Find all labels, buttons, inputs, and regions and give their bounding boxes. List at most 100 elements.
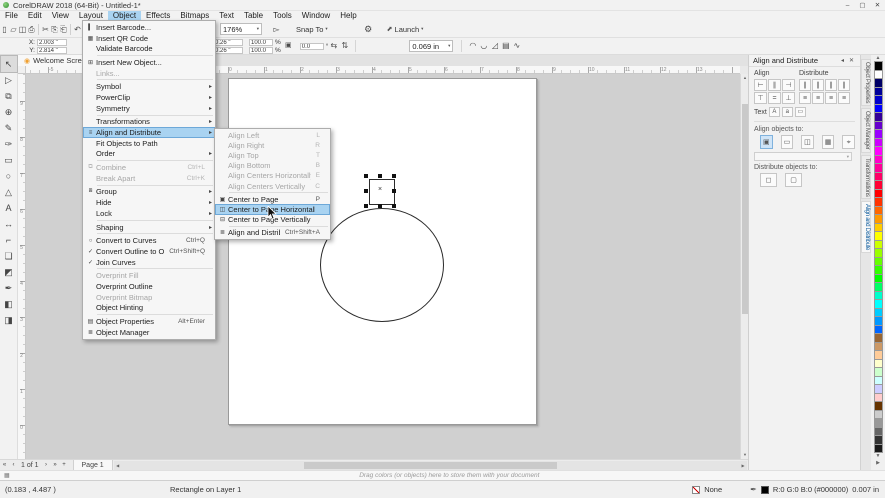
- distribute-to-extent-of-selection-button[interactable]: ◻: [760, 173, 777, 187]
- menu-item-align-and-distribute[interactable]: ≡Align and Distribute▸: [83, 127, 215, 138]
- copy-button[interactable]: ⎘: [50, 23, 59, 36]
- color-eyedropper-tool[interactable]: ✒: [1, 280, 17, 296]
- close-button[interactable]: ✕: [870, 0, 885, 10]
- ellipse-tool[interactable]: ○: [1, 168, 17, 184]
- selection-handle[interactable]: [378, 204, 382, 208]
- maximize-button[interactable]: ▢: [855, 0, 870, 10]
- selection-handle[interactable]: [392, 204, 396, 208]
- rectangle-tool[interactable]: ▭: [1, 152, 17, 168]
- menu-item-align-and-distribute[interactable]: ≣Align and DistributeCtrl+Shift+A: [215, 228, 330, 238]
- previous-page-button[interactable]: ‹: [9, 462, 18, 468]
- open-button[interactable]: ▱: [9, 23, 18, 36]
- align-to-page-center-button[interactable]: ◫: [801, 135, 814, 149]
- lock-ratio-button[interactable]: ▣: [283, 40, 294, 52]
- menu-item-object-hinting[interactable]: Object Hinting: [83, 303, 215, 314]
- distribute-right-edges-button[interactable]: ∥: [838, 79, 850, 91]
- align-text-first-line-button[interactable]: A: [769, 107, 780, 117]
- page-tab[interactable]: Page 1: [73, 460, 113, 471]
- options-gear-button[interactable]: ⚙: [362, 23, 375, 36]
- menu-item-center-to-page[interactable]: ▣Center to PageP: [215, 194, 330, 204]
- menu-item-object-properties[interactable]: ▤Object PropertiesAlt+Enter: [83, 316, 215, 327]
- document-palette-icon[interactable]: ▦: [4, 472, 10, 479]
- align-bottom-button[interactable]: ⊥: [782, 92, 795, 104]
- horizontal-scrollbar[interactable]: ◀ ▶: [114, 461, 747, 470]
- zoom-level-combo[interactable]: 176% ▾: [220, 23, 262, 35]
- snap-to-button[interactable]: Snap To ▾: [296, 25, 328, 34]
- outline-color-swatch[interactable]: [761, 486, 769, 494]
- align-right-button[interactable]: ⊣: [782, 79, 795, 91]
- docker-tab-transformations[interactable]: Transformations: [861, 155, 871, 200]
- add-page-button[interactable]: +: [60, 462, 69, 468]
- menu-item-group[interactable]: ⧈Group▸: [83, 187, 215, 198]
- ruler-origin-corner[interactable]: [18, 66, 26, 74]
- docker-tab-object-properties[interactable]: Object Properties: [861, 59, 871, 106]
- drop-shadow-tool[interactable]: ❏: [1, 248, 17, 264]
- scale-y-field[interactable]: 100.0: [249, 47, 273, 54]
- menu-edit[interactable]: Edit: [23, 11, 47, 21]
- object-y-field[interactable]: 2.814 ": [37, 47, 67, 54]
- menu-item-validate-barcode[interactable]: Validate Barcode: [83, 43, 215, 54]
- parallel-dimension-tool[interactable]: ↔: [1, 216, 17, 232]
- interactive-fill-tool[interactable]: ◧: [1, 296, 17, 312]
- wrap-paragraph-text-button[interactable]: ▤: [500, 40, 511, 52]
- menu-help[interactable]: Help: [335, 11, 361, 21]
- object-width-field[interactable]: 0.26 ": [213, 39, 243, 46]
- polygon-tool[interactable]: △: [1, 184, 17, 200]
- rotation-angle-field[interactable]: 0.0: [300, 43, 324, 50]
- outline-width-combo[interactable]: 0.069 in ▾: [409, 40, 453, 52]
- align-to-active-objects-button[interactable]: ▣: [760, 135, 773, 149]
- scalloped-corner-button[interactable]: ◡: [478, 40, 489, 52]
- menu-item-join-curves[interactable]: ✓Join Curves: [83, 257, 215, 268]
- palette-scroll-down-icon[interactable]: ▼: [876, 453, 881, 460]
- artistic-media-tool[interactable]: ✑: [1, 136, 17, 152]
- new-document-button[interactable]: ▯: [0, 23, 9, 36]
- vertical-scrollbar[interactable]: ▲ ▼: [740, 74, 748, 459]
- selection-center-mark[interactable]: ×: [378, 186, 382, 193]
- menu-item-insert-new-object[interactable]: ⊞Insert New Object...: [83, 57, 215, 68]
- menu-item-insert-qr-code[interactable]: ▦Insert QR Code: [83, 33, 215, 44]
- undo-button[interactable]: ↶: [73, 23, 82, 36]
- crop-tool[interactable]: ⧉: [1, 88, 17, 104]
- selection-handle[interactable]: [378, 174, 382, 178]
- ellipse-shape[interactable]: [320, 208, 444, 322]
- distribute-centers-vertically-button[interactable]: ≡: [812, 92, 824, 104]
- color-swatch[interactable]: [874, 444, 883, 454]
- print-button[interactable]: ⎙: [27, 23, 36, 36]
- menu-tools[interactable]: Tools: [268, 11, 297, 21]
- menu-item-shaping[interactable]: Shaping▸: [83, 222, 215, 233]
- menu-item-convert-outline-to-object[interactable]: ✓Convert Outline to ObjectCtrl+Shift+Q: [83, 246, 215, 257]
- menu-item-insert-barcode[interactable]: ▍Insert Barcode...: [83, 22, 215, 33]
- paste-button[interactable]: ⎗: [59, 23, 68, 36]
- align-text-bounding-box-button[interactable]: ▭: [795, 107, 806, 117]
- docker-collapse-icon[interactable]: ◂: [838, 57, 847, 64]
- align-to-page-edge-button[interactable]: ▭: [781, 135, 794, 149]
- selection-handle[interactable]: [392, 189, 396, 193]
- round-corner-button[interactable]: ◠: [467, 40, 478, 52]
- zoom-tool[interactable]: ⊕: [1, 104, 17, 120]
- menu-item-object-manager[interactable]: ≣Object Manager: [83, 327, 215, 338]
- docker-tab-align-and-distribute[interactable]: Align and Distribute: [861, 201, 871, 253]
- mirror-vertical-button[interactable]: ⇅: [339, 40, 350, 52]
- align-point-combo[interactable]: ▾: [754, 152, 852, 161]
- menu-item-powerclip[interactable]: PowerClip▸: [83, 92, 215, 103]
- fill-status-icon[interactable]: [692, 486, 700, 494]
- chamfered-corner-button[interactable]: ◿: [489, 40, 500, 52]
- distribute-top-edges-button[interactable]: ≡: [799, 92, 811, 104]
- menu-item-fit-objects-to-path[interactable]: Fit Objects to Path: [83, 138, 215, 149]
- menu-item-hide[interactable]: Hide▸: [83, 197, 215, 208]
- docker-close-icon[interactable]: ✕: [847, 57, 856, 64]
- align-center-vertical-button[interactable]: =: [768, 92, 781, 104]
- launch-button[interactable]: ⬈ Launch ▾: [387, 25, 424, 34]
- minimize-button[interactable]: –: [840, 0, 855, 10]
- cut-button[interactable]: ✂: [41, 23, 50, 36]
- mirror-horizontal-button[interactable]: ⇆: [328, 40, 339, 52]
- menu-item-symmetry[interactable]: Symmetry▸: [83, 103, 215, 114]
- next-page-button[interactable]: ›: [42, 462, 51, 468]
- menu-view[interactable]: View: [47, 11, 74, 21]
- selection-handle[interactable]: [364, 174, 368, 178]
- pick-tool[interactable]: ↖: [1, 56, 17, 72]
- menu-table[interactable]: Table: [239, 11, 268, 21]
- align-top-button[interactable]: ⊤: [754, 92, 767, 104]
- transparency-tool[interactable]: ◩: [1, 264, 17, 280]
- distribute-spacing-horizontally-button[interactable]: ∥: [825, 79, 837, 91]
